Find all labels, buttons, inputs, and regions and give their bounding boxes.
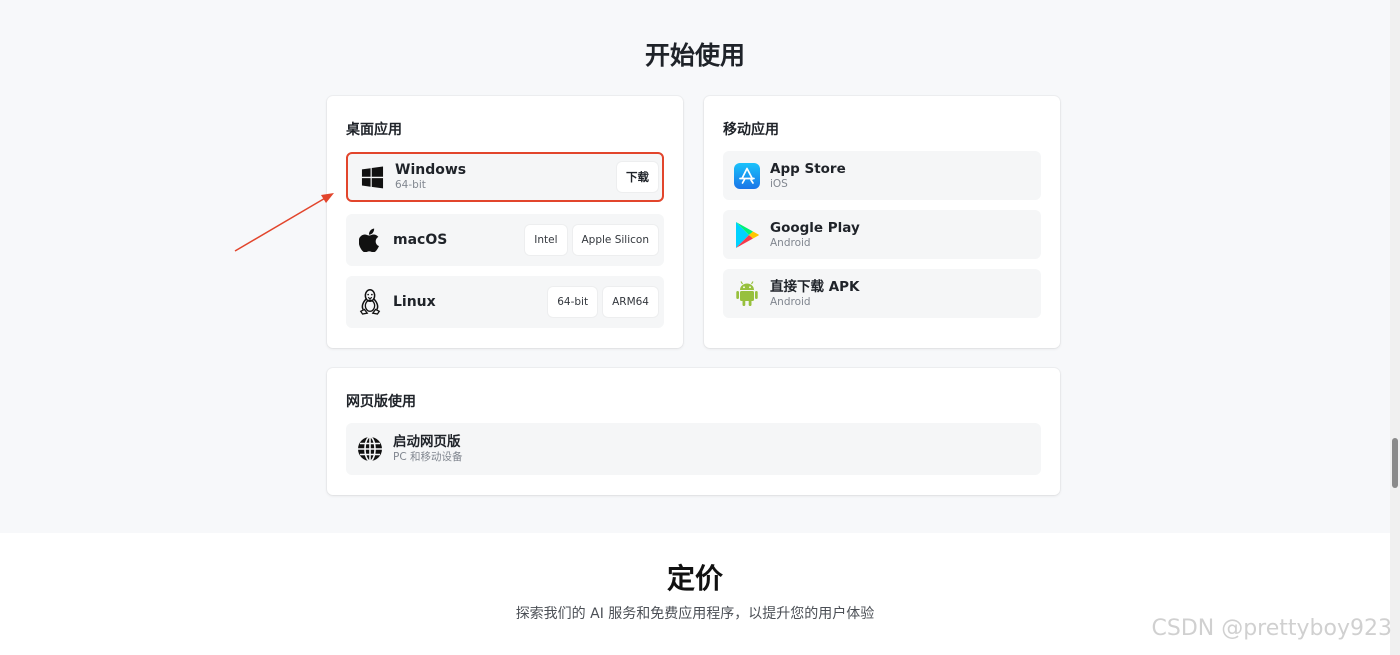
web-version-card: 网页版使用 启动网页版 PC 和移动设备 xyxy=(327,368,1060,495)
apk-name: 直接下载 APK xyxy=(770,278,860,295)
windows-row[interactable]: Windows 64-bit 下载 xyxy=(346,152,664,202)
android-icon xyxy=(734,280,760,307)
apple-icon xyxy=(357,227,383,253)
linux-tux-icon xyxy=(357,289,383,315)
app-store-text: App Store iOS xyxy=(770,161,846,191)
mobile-card-title: 移动应用 xyxy=(723,122,779,138)
scrollbar-track[interactable] xyxy=(1390,0,1400,655)
linux-buttons: 64-bit ARM64 xyxy=(548,287,658,317)
linux-64bit-button[interactable]: 64-bit xyxy=(548,287,598,317)
linux-name: Linux xyxy=(393,294,436,310)
macos-row: macOS Intel Apple Silicon xyxy=(346,214,664,266)
linux-text: Linux xyxy=(393,294,436,310)
launch-web-sub: PC 和移动设备 xyxy=(393,451,463,463)
google-play-icon xyxy=(734,221,760,248)
google-play-text: Google Play Android xyxy=(770,220,860,250)
windows-sub: 64-bit xyxy=(395,179,426,191)
apk-row[interactable]: 直接下载 APK Android xyxy=(723,269,1041,318)
windows-text: Windows 64-bit xyxy=(395,162,466,192)
apk-sub: Android xyxy=(770,295,811,308)
app-store-sub: iOS xyxy=(770,177,788,190)
mobile-apps-card: 移动应用 App Store iOS Google Play Android 直… xyxy=(704,96,1060,348)
launch-web-row[interactable]: 启动网页版 PC 和移动设备 xyxy=(346,423,1041,475)
macos-text: macOS xyxy=(393,232,447,248)
google-play-row[interactable]: Google Play Android xyxy=(723,210,1041,259)
web-card-title: 网页版使用 xyxy=(346,394,416,410)
macos-apple-silicon-button[interactable]: Apple Silicon xyxy=(572,225,658,255)
windows-name: Windows xyxy=(395,162,467,178)
macos-intel-button[interactable]: Intel xyxy=(525,225,567,255)
windows-buttons: 下载 xyxy=(617,162,658,192)
scrollbar-thumb[interactable] xyxy=(1392,438,1398,488)
watermark: CSDN @prettyboy923 xyxy=(1151,616,1393,641)
google-play-name: Google Play xyxy=(770,219,860,236)
linux-arm64-button[interactable]: ARM64 xyxy=(603,287,658,317)
page: 开始使用 桌面应用 Windows 64-bit 下载 macOS Intel … xyxy=(0,0,1400,655)
app-store-name: App Store xyxy=(770,160,846,177)
get-started-section: 开始使用 桌面应用 Windows 64-bit 下载 macOS Intel … xyxy=(0,0,1390,533)
macos-buttons: Intel Apple Silicon xyxy=(525,225,658,255)
globe-icon xyxy=(357,436,383,462)
desktop-card-title: 桌面应用 xyxy=(346,122,402,138)
macos-name: macOS xyxy=(393,232,448,248)
desktop-apps-card: 桌面应用 Windows 64-bit 下载 macOS Intel Apple… xyxy=(327,96,683,348)
section-title: 开始使用 xyxy=(644,41,745,70)
windows-download-button[interactable]: 下载 xyxy=(617,162,658,192)
app-store-icon xyxy=(734,162,760,189)
launch-web-text: 启动网页版 PC 和移动设备 xyxy=(393,434,463,464)
google-play-sub: Android xyxy=(770,236,811,249)
linux-row: Linux 64-bit ARM64 xyxy=(346,276,664,328)
pricing-title: 定价 xyxy=(666,562,723,595)
app-store-row[interactable]: App Store iOS xyxy=(723,151,1041,200)
windows-icon xyxy=(359,164,385,190)
apk-text: 直接下载 APK Android xyxy=(770,279,860,309)
launch-web-name: 启动网页版 xyxy=(393,434,461,450)
